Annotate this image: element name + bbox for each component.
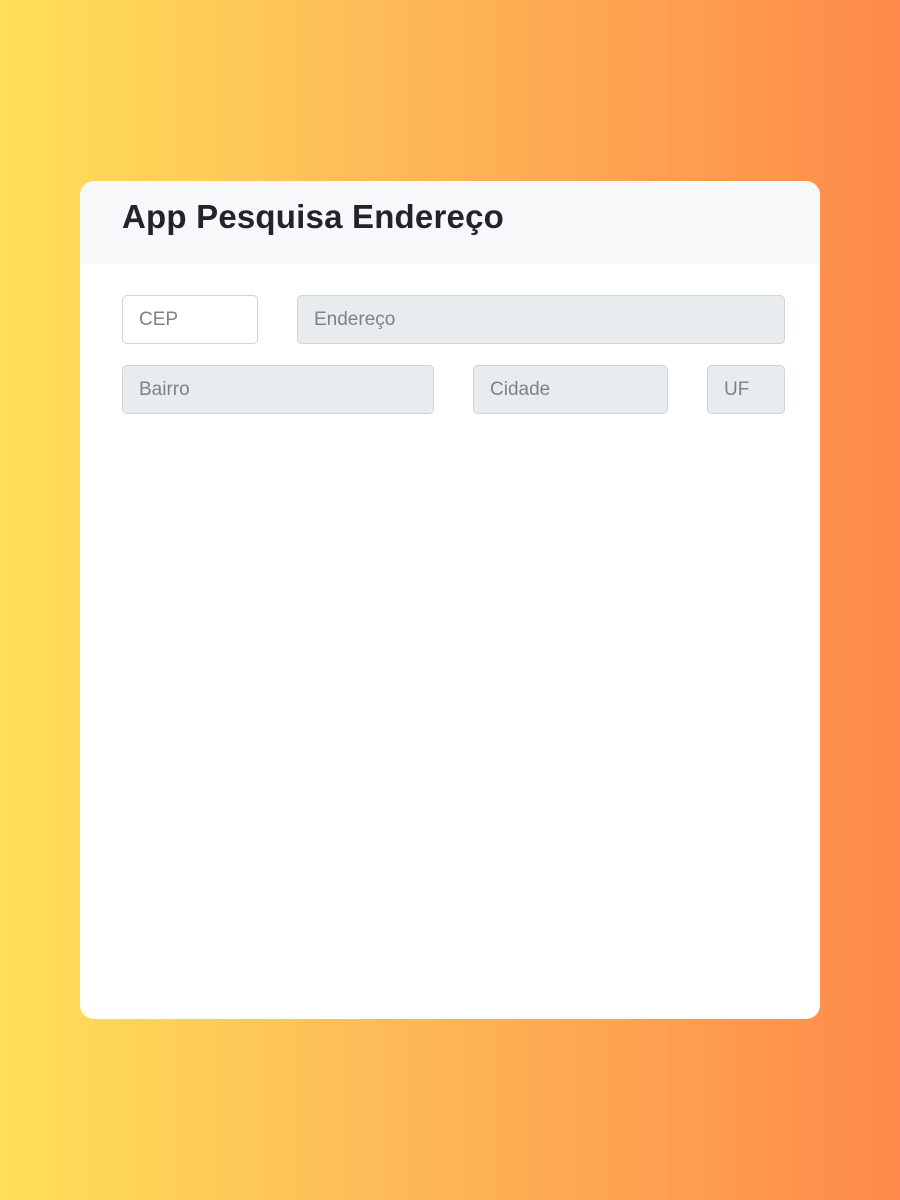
page-title: App Pesquisa Endereço [122, 197, 504, 235]
endereco-input[interactable] [297, 295, 785, 344]
card-header: App Pesquisa Endereço [80, 181, 820, 264]
bairro-input[interactable] [122, 365, 434, 414]
cidade-input[interactable] [473, 365, 668, 414]
cep-input[interactable] [122, 295, 258, 344]
uf-input[interactable] [707, 365, 785, 414]
address-search-card: App Pesquisa Endereço [80, 181, 820, 1019]
